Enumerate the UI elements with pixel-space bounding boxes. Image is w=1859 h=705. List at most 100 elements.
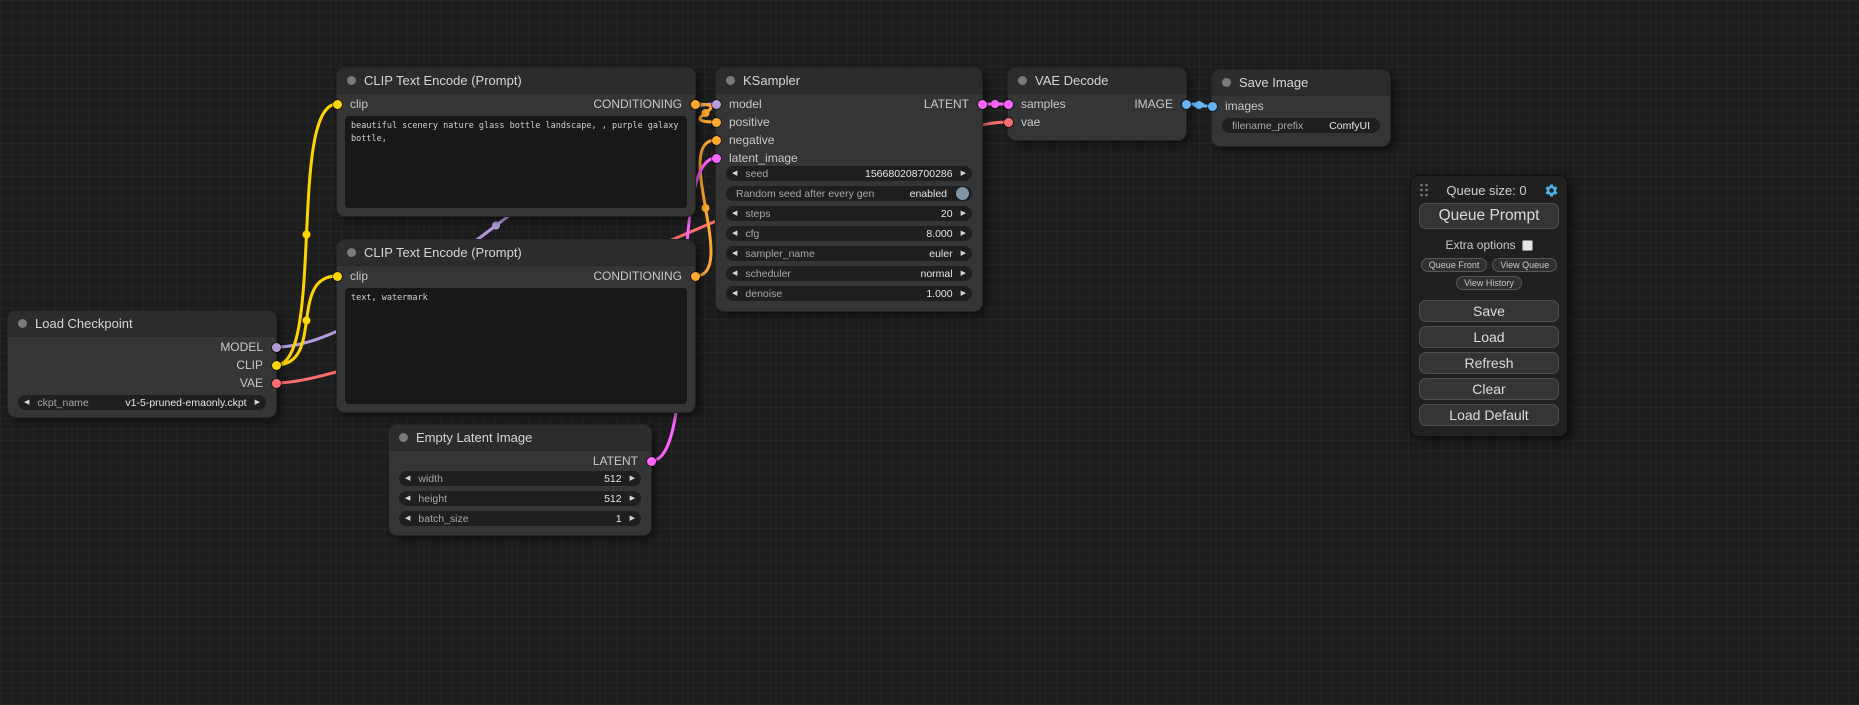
- widget-filename-prefix[interactable]: filename_prefix ComfyUI: [1222, 118, 1380, 133]
- settings-gear-icon[interactable]: [1544, 183, 1559, 198]
- widget-batch-size[interactable]: ◀ batch_size 1 ▶: [399, 511, 641, 526]
- view-history-button[interactable]: View History: [1456, 276, 1522, 290]
- prompt-textarea[interactable]: text, watermark: [345, 288, 687, 404]
- drag-handle-icon[interactable]: [1419, 182, 1429, 198]
- collapse-dot-icon[interactable]: [399, 433, 408, 442]
- queue-prompt-button[interactable]: Queue Prompt: [1419, 203, 1559, 229]
- decrement-arrow-icon[interactable]: ◀: [24, 399, 29, 406]
- load-button[interactable]: Load: [1419, 326, 1559, 348]
- decrement-arrow-icon[interactable]: ◀: [405, 475, 410, 482]
- node-empty-latent-image[interactable]: Empty Latent Image LATENT ◀ width 512 ▶ …: [389, 425, 651, 535]
- node-title-bar[interactable]: Load Checkpoint: [8, 311, 276, 337]
- node-title: CLIP Text Encode (Prompt): [364, 73, 522, 88]
- input-slot-clip[interactable]: [333, 272, 342, 281]
- widget-label: steps: [745, 208, 770, 220]
- collapse-dot-icon[interactable]: [1018, 76, 1027, 85]
- increment-arrow-icon[interactable]: ▶: [961, 210, 966, 217]
- increment-arrow-icon[interactable]: ▶: [630, 495, 635, 502]
- extra-options-checkbox[interactable]: [1522, 240, 1533, 251]
- toggle-knob[interactable]: [956, 187, 969, 200]
- clear-button[interactable]: Clear: [1419, 378, 1559, 400]
- decrement-arrow-icon[interactable]: ◀: [732, 270, 737, 277]
- node-save-image[interactable]: Save Image images filename_prefix ComfyU…: [1212, 70, 1390, 146]
- output-slot-image[interactable]: [1182, 100, 1191, 109]
- slot-row: positive: [716, 113, 982, 131]
- queue-front-button[interactable]: Queue Front: [1421, 258, 1488, 272]
- widget-steps[interactable]: ◀ steps 20 ▶: [726, 206, 972, 221]
- node-title-bar[interactable]: CLIP Text Encode (Prompt): [337, 240, 695, 266]
- input-slot-label-vae: vae: [1021, 115, 1040, 129]
- output-slot-conditioning[interactable]: [691, 100, 700, 109]
- input-slot-clip[interactable]: [333, 100, 342, 109]
- widget-width[interactable]: ◀ width 512 ▶: [399, 471, 641, 486]
- increment-arrow-icon[interactable]: ▶: [255, 399, 260, 406]
- widget-height[interactable]: ◀ height 512 ▶: [399, 491, 641, 506]
- node-clip-text-encode-positive[interactable]: CLIP Text Encode (Prompt) clip CONDITION…: [337, 68, 695, 216]
- prompt-textarea[interactable]: beautiful scenery nature glass bottle la…: [345, 116, 687, 208]
- decrement-arrow-icon[interactable]: ◀: [732, 230, 737, 237]
- output-slot-label-clip: CLIP: [236, 358, 263, 372]
- input-slot-negative[interactable]: [712, 136, 721, 145]
- node-title-bar[interactable]: Empty Latent Image: [389, 425, 651, 451]
- widget-label: seed: [745, 168, 768, 180]
- increment-arrow-icon[interactable]: ▶: [961, 250, 966, 257]
- collapse-dot-icon[interactable]: [347, 76, 356, 85]
- widget-sampler-name[interactable]: ◀ sampler_name euler ▶: [726, 246, 972, 261]
- output-slot-label-latent: LATENT: [924, 97, 969, 111]
- refresh-button[interactable]: Refresh: [1419, 352, 1559, 374]
- widget-ckpt-name[interactable]: ◀ ckpt_name v1-5-pruned-emaonly.ckpt ▶: [18, 395, 266, 410]
- decrement-arrow-icon[interactable]: ◀: [405, 515, 410, 522]
- input-slot-positive[interactable]: [712, 118, 721, 127]
- increment-arrow-icon[interactable]: ▶: [961, 170, 966, 177]
- widget-denoise[interactable]: ◀ denoise 1.000 ▶: [726, 286, 972, 301]
- output-slot-label-image: IMAGE: [1134, 97, 1173, 111]
- increment-arrow-icon[interactable]: ▶: [961, 230, 966, 237]
- collapse-dot-icon[interactable]: [347, 248, 356, 257]
- node-ksampler[interactable]: KSampler model LATENT positive negative …: [716, 68, 982, 311]
- widget-scheduler[interactable]: ◀ scheduler normal ▶: [726, 266, 972, 281]
- node-title: KSampler: [743, 73, 800, 88]
- node-clip-text-encode-negative[interactable]: CLIP Text Encode (Prompt) clip CONDITION…: [337, 240, 695, 412]
- output-slot-latent[interactable]: [978, 100, 987, 109]
- widget-cfg[interactable]: ◀ cfg 8.000 ▶: [726, 226, 972, 241]
- decrement-arrow-icon[interactable]: ◀: [732, 170, 737, 177]
- widget-random-seed[interactable]: Random seed after every gen enabled: [726, 186, 972, 201]
- node-title-bar[interactable]: KSampler: [716, 68, 982, 94]
- input-slot-vae[interactable]: [1004, 118, 1013, 127]
- increment-arrow-icon[interactable]: ▶: [961, 270, 966, 277]
- decrement-arrow-icon[interactable]: ◀: [405, 495, 410, 502]
- output-slot-model[interactable]: [272, 343, 281, 352]
- save-button[interactable]: Save: [1419, 300, 1559, 322]
- input-slot-images[interactable]: [1208, 102, 1217, 111]
- output-slot-label-conditioning: CONDITIONING: [593, 269, 682, 283]
- collapse-dot-icon[interactable]: [1222, 78, 1231, 87]
- input-slot-samples[interactable]: [1004, 100, 1013, 109]
- view-queue-button[interactable]: View Queue: [1492, 258, 1557, 272]
- node-title-bar[interactable]: VAE Decode: [1008, 68, 1186, 94]
- slot-row: LATENT: [389, 452, 651, 470]
- load-default-button[interactable]: Load Default: [1419, 404, 1559, 426]
- increment-arrow-icon[interactable]: ▶: [630, 475, 635, 482]
- decrement-arrow-icon[interactable]: ◀: [732, 250, 737, 257]
- slot-row: clip CONDITIONING: [337, 95, 695, 113]
- input-slot-latent-image[interactable]: [712, 154, 721, 163]
- collapse-dot-icon[interactable]: [18, 319, 27, 328]
- increment-arrow-icon[interactable]: ▶: [630, 515, 635, 522]
- node-title-bar[interactable]: CLIP Text Encode (Prompt): [337, 68, 695, 94]
- decrement-arrow-icon[interactable]: ◀: [732, 210, 737, 217]
- output-slot-vae[interactable]: [272, 379, 281, 388]
- output-slot-clip[interactable]: [272, 361, 281, 370]
- increment-arrow-icon[interactable]: ▶: [961, 290, 966, 297]
- input-slot-model[interactable]: [712, 100, 721, 109]
- widget-seed[interactable]: ◀ seed 156680208700286 ▶: [726, 166, 972, 181]
- queue-menu-panel[interactable]: Queue size: 0 Queue Prompt Extra options…: [1410, 175, 1568, 437]
- input-slot-label-clip: clip: [350, 97, 368, 111]
- decrement-arrow-icon[interactable]: ◀: [732, 290, 737, 297]
- collapse-dot-icon[interactable]: [726, 76, 735, 85]
- node-title-bar[interactable]: Save Image: [1212, 70, 1390, 96]
- node-vae-decode[interactable]: VAE Decode samples IMAGE vae: [1008, 68, 1186, 140]
- output-slot-conditioning[interactable]: [691, 272, 700, 281]
- output-slot-latent[interactable]: [647, 457, 656, 466]
- widget-label: cfg: [745, 228, 759, 240]
- node-load-checkpoint[interactable]: Load Checkpoint MODEL CLIP VAE ◀ ckpt_na…: [8, 311, 276, 417]
